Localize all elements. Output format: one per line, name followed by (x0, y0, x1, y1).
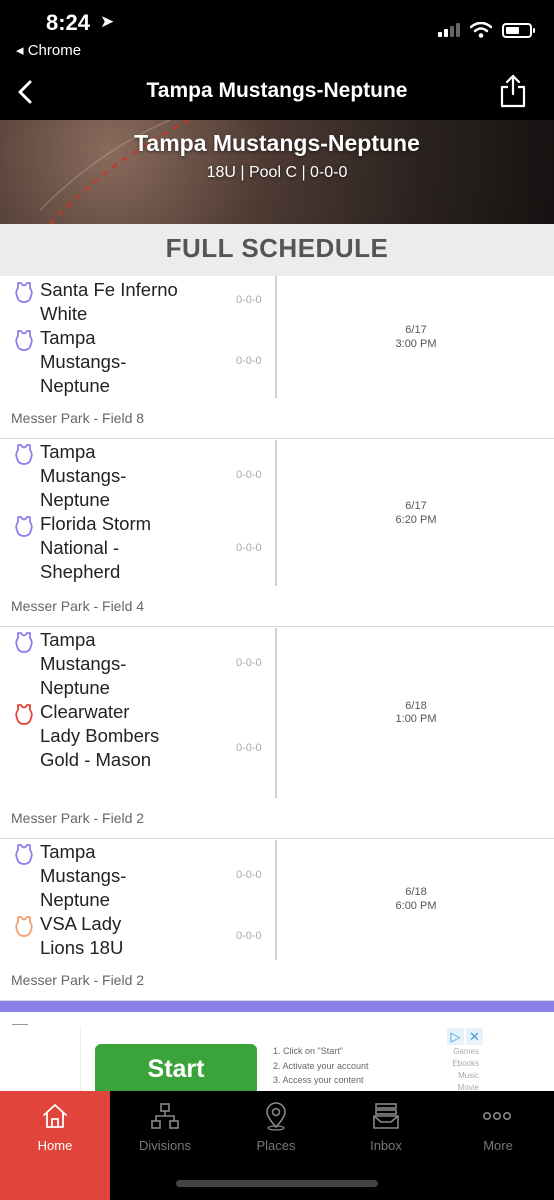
team-row: Tampa Mustangs-Neptune (12, 440, 262, 512)
ad-category: Music (458, 1071, 479, 1080)
team-hero-banner: Tampa Mustangs-Neptune 18U | Pool C | 0-… (0, 120, 554, 224)
ad-category: Games (453, 1047, 479, 1056)
game-divider (275, 840, 277, 960)
game-card[interactable]: Tampa Mustangs-Neptune 0-0-0 VSA Lady Li… (0, 840, 554, 1001)
ad-categories: Games Ebooks Music Movie (452, 1046, 479, 1094)
jersey-icon (15, 516, 33, 537)
ad-step: 1. Click on "Start" (273, 1046, 343, 1056)
jersey-icon (15, 916, 33, 937)
home-icon (43, 1104, 67, 1128)
jersey-icon (15, 632, 33, 653)
home-indicator[interactable] (176, 1180, 378, 1187)
game-time: 6:00 PM (395, 900, 437, 912)
jersey-icon (15, 330, 33, 351)
tab-label: Places (256, 1138, 296, 1153)
game-date: 6/18 (405, 700, 427, 712)
tab-more[interactable]: More (442, 1091, 554, 1200)
game-card[interactable]: Santa Fe Inferno White 0-0-0 Tampa Musta… (0, 276, 554, 439)
team-row: Tampa Mustangs-Neptune (12, 840, 262, 912)
team-row: VSA Lady Lions 18U (12, 912, 262, 960)
team-row: Clearwater Lady Bombers Gold - Mason (12, 700, 262, 796)
team-name: Clearwater Lady Bombers Gold - Mason (40, 701, 160, 770)
status-bar: 8:24 ➤ ◂ Chrome (0, 0, 554, 66)
hero-subtitle: 18U | Pool C | 0-0-0 (206, 164, 348, 181)
team-name: Tampa Mustangs-Neptune (40, 327, 127, 396)
ad-start-button[interactable]: Start (95, 1044, 257, 1092)
nav-bar: Tampa Mustangs-Neptune (0, 66, 554, 120)
tab-home[interactable]: Home (0, 1091, 110, 1200)
ad-banner[interactable]: ▷ ✕ Start 1. Click on "Start" 2. Activat… (80, 1026, 485, 1092)
divisions-icon (151, 1103, 179, 1129)
team-record: 0-0-0 (236, 869, 262, 881)
wifi-icon (470, 22, 492, 38)
ad-steps: 1. Click on "Start" 2. Activate your acc… (273, 1044, 369, 1088)
more-icon (482, 1112, 511, 1121)
jersey-icon (15, 844, 33, 865)
game-venue: Messer Park - Field 2 (11, 810, 145, 826)
ad-close-icon[interactable]: ✕ (466, 1028, 483, 1045)
inbox-icon (373, 1103, 399, 1129)
game-divider (275, 276, 277, 398)
team-row: Tampa Mustangs-Neptune (12, 326, 262, 398)
game-time: 1:00 PM (395, 713, 437, 725)
jersey-icon (15, 704, 33, 725)
tab-label: More (483, 1138, 513, 1153)
team-record: 0-0-0 (236, 930, 262, 942)
team-name: Tampa Mustangs-Neptune (40, 441, 127, 510)
hero-title: Tampa Mustangs-Neptune (134, 130, 420, 156)
team-record: 0-0-0 (236, 355, 262, 367)
game-time: 3:00 PM (395, 338, 437, 350)
battery-icon (502, 22, 535, 38)
location-arrow-icon: ➤ (100, 12, 115, 31)
team-row: Santa Fe Inferno White (12, 278, 262, 326)
game-card[interactable]: Tampa Mustangs-Neptune 0-0-0 Florida Sto… (0, 440, 554, 627)
game-time: 6:20 PM (395, 514, 437, 526)
ad-choices[interactable]: ▷ ✕ (447, 1028, 483, 1045)
game-venue: Messer Park - Field 8 (11, 410, 145, 426)
team-row: Florida Storm National - Shepherd (12, 512, 262, 584)
game-divider (275, 440, 277, 586)
ad-step: 3. Access your content (273, 1075, 364, 1085)
jersey-icon (15, 444, 33, 465)
back-to-app-link[interactable]: ◂ Chrome (16, 41, 81, 59)
ad-step: 2. Activate your account (273, 1060, 369, 1071)
ad-category: Ebooks (452, 1059, 479, 1068)
tab-label: Inbox (370, 1138, 402, 1153)
tab-label: Divisions (138, 1138, 191, 1153)
team-name: Tampa Mustangs-Neptune (40, 629, 127, 698)
game-date: 6/17 (405, 500, 427, 512)
tab-label: Home (37, 1138, 73, 1153)
status-time: 8:24 (46, 10, 91, 35)
section-separator (0, 1001, 554, 1012)
game-venue: Messer Park - Field 4 (11, 598, 145, 614)
team-record: 0-0-0 (236, 742, 262, 754)
team-name: Santa Fe Inferno White (40, 279, 178, 324)
cellular-signal-icon (438, 23, 460, 37)
ad-info-icon[interactable]: ▷ (447, 1028, 464, 1045)
team-name: VSA Lady Lions 18U (40, 913, 124, 958)
location-pin-icon (266, 1102, 286, 1131)
full-schedule-header: FULL SCHEDULE (0, 224, 554, 276)
team-record: 0-0-0 (236, 542, 262, 554)
team-name: Tampa Mustangs-Neptune (40, 841, 127, 910)
team-record: 0-0-0 (236, 294, 262, 306)
game-venue: Messer Park - Field 2 (11, 972, 145, 988)
game-card[interactable]: Tampa Mustangs-Neptune 0-0-0 Clearwater … (0, 628, 554, 839)
team-row: Tampa Mustangs-Neptune (12, 628, 262, 700)
share-icon[interactable] (498, 72, 528, 110)
status-icons (438, 22, 535, 38)
jersey-icon (15, 282, 33, 303)
nav-title: Tampa Mustangs-Neptune (146, 79, 408, 102)
game-date: 6/17 (405, 324, 427, 336)
game-divider (275, 628, 277, 798)
team-record: 0-0-0 (236, 469, 262, 481)
game-date: 6/18 (405, 886, 427, 898)
team-record: 0-0-0 (236, 657, 262, 669)
team-name: Florida Storm National - Shepherd (40, 513, 152, 582)
divider (12, 1024, 28, 1025)
